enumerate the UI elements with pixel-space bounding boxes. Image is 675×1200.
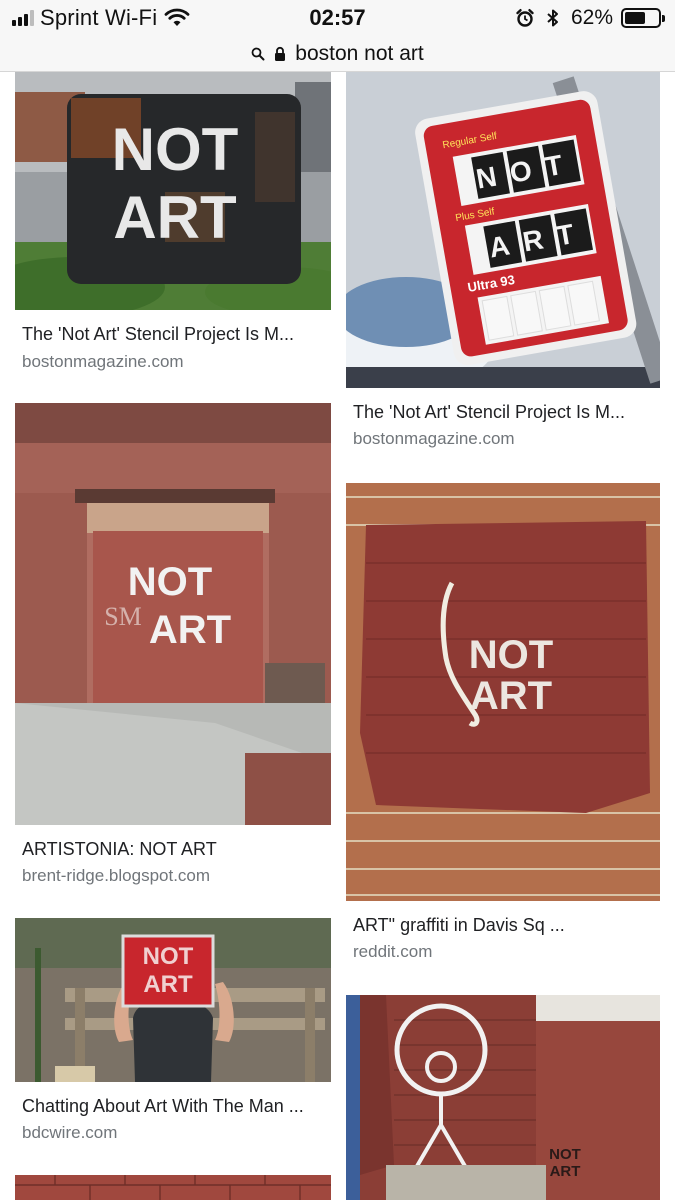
- svg-text:ART: ART: [143, 971, 193, 998]
- result-image[interactable]: NOT ART SM: [15, 403, 331, 825]
- not-art-box-image: NOT ART: [15, 72, 331, 310]
- result-card[interactable]: [0, 1175, 338, 1200]
- result-title[interactable]: ARTISTONIA: NOT ART: [22, 839, 338, 860]
- result-source[interactable]: brent-ridge.blogspot.com: [22, 866, 338, 886]
- result-image[interactable]: [15, 1175, 331, 1200]
- graffiti-wall-image: NOT ART: [346, 995, 660, 1200]
- result-card[interactable]: NOT ART The 'Not Art' Stencil Project Is…: [0, 72, 338, 392]
- result-source[interactable]: bdcwire.com: [22, 1123, 338, 1143]
- url-text: boston not art: [295, 41, 424, 65]
- result-card[interactable]: NOT ART Chatting About Art With The Man …: [0, 918, 338, 1158]
- result-card[interactable]: NOT ART ART" graffiti in Davis Sq ... re…: [338, 483, 675, 973]
- svg-text:ART: ART: [113, 184, 236, 251]
- result-source[interactable]: bostonmagazine.com: [353, 429, 675, 449]
- url-bar[interactable]: boston not art: [0, 36, 675, 72]
- result-card[interactable]: NOT ART SM ARTISTONIA: NOT ART brent-rid…: [0, 403, 338, 898]
- svg-text:NOT: NOT: [549, 1146, 581, 1163]
- svg-text:NOT: NOT: [143, 943, 194, 970]
- result-title[interactable]: The 'Not Art' Stencil Project Is M...: [22, 324, 338, 345]
- result-source[interactable]: reddit.com: [353, 942, 675, 962]
- result-image[interactable]: NOT ART: [346, 483, 660, 901]
- man-with-sign-image: NOT ART: [15, 918, 331, 1082]
- svg-text:SM: SM: [104, 602, 142, 631]
- brick-wall-image: NOT ART: [346, 483, 660, 901]
- status-left: Sprint Wi-Fi: [12, 5, 191, 30]
- alarm-icon: [516, 9, 534, 27]
- battery-icon: [621, 8, 665, 28]
- brick-wall-partial-image: [15, 1175, 331, 1200]
- result-card[interactable]: NOT ART: [338, 995, 675, 1200]
- svg-text:ART: ART: [550, 1163, 581, 1180]
- result-title[interactable]: ART" graffiti in Davis Sq ...: [353, 915, 675, 936]
- battery-percent: 62%: [570, 6, 613, 29]
- result-title[interactable]: The 'Not Art' Stencil Project Is M...: [353, 402, 675, 423]
- svg-text:NOT: NOT: [469, 633, 553, 677]
- gas-sign-image: NOT ART Regular Self Plus Self Ultra 93: [346, 72, 660, 388]
- result-source[interactable]: bostonmagazine.com: [22, 352, 338, 372]
- signal-icon: [12, 10, 34, 26]
- lock-icon: [275, 46, 286, 61]
- svg-text:ART: ART: [470, 674, 552, 718]
- svg-text:NOT: NOT: [112, 116, 239, 183]
- result-image[interactable]: NOT ART: [15, 918, 331, 1082]
- svg-text:NOT: NOT: [128, 560, 212, 604]
- carrier-label: Sprint Wi-Fi: [40, 5, 158, 30]
- result-title[interactable]: Chatting About Art With The Man ...: [22, 1096, 338, 1117]
- red-wall-image: NOT ART SM: [15, 403, 331, 825]
- result-image[interactable]: NOT ART: [15, 72, 331, 310]
- svg-text:ART: ART: [149, 608, 231, 652]
- wifi-icon: [164, 8, 190, 26]
- result-card[interactable]: NOT ART Regular Self Plus Self Ultra 93 …: [338, 72, 675, 462]
- search-icon: [251, 47, 265, 60]
- status-bar: Sprint Wi-Fi 02:57 62%: [0, 0, 675, 36]
- battery-fill: [625, 12, 645, 24]
- bluetooth-icon: [547, 9, 558, 27]
- status-right: 62%: [515, 6, 665, 30]
- result-image[interactable]: NOT ART Regular Self Plus Self Ultra 93: [346, 72, 660, 388]
- result-image[interactable]: NOT ART: [346, 995, 660, 1200]
